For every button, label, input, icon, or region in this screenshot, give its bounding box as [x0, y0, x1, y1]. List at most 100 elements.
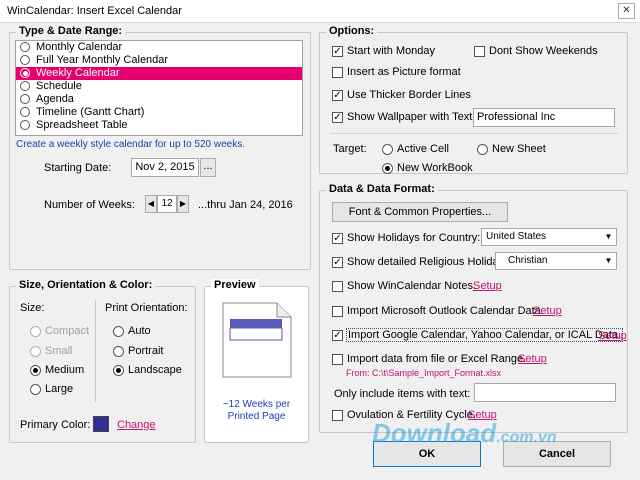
preview-page-icon [222, 302, 292, 378]
outlook-label: Import Microsoft Outlook Calendar Data. [347, 305, 544, 318]
excel-label: Import data from file or Excel Range. [347, 353, 527, 366]
insert-picture-checkbox[interactable]: Insert as Picture format [332, 66, 461, 78]
orientation-portrait-radio[interactable]: Portrait [113, 345, 163, 357]
radio-icon [20, 93, 30, 104]
orientation-auto-label: Auto [128, 325, 151, 338]
radio-selected-icon [382, 162, 393, 174]
checkbox-icon [332, 66, 343, 78]
checkbox-icon [332, 409, 343, 421]
dropdown-arrow-icon: ▼ [604, 232, 613, 241]
list-item-agenda[interactable]: Agenda [16, 93, 302, 106]
list-item-label: Agenda [36, 93, 74, 105]
preview-caption-text: ~12 Weeks per Printed Page [222, 399, 291, 422]
size-compact-radio[interactable]: Compact [30, 325, 89, 337]
wallpaper-text-field[interactable]: Professional Inc [473, 108, 615, 127]
size-compact-label: Compact [45, 325, 90, 338]
size-small-label: Small [45, 345, 73, 358]
group-legend: Preview [211, 279, 259, 291]
target-new-workbook-radio[interactable]: New WorkBook [382, 162, 473, 174]
list-item-weekly[interactable]: Weekly Calendar [16, 67, 302, 80]
radio-icon [382, 143, 393, 155]
radio-icon [30, 345, 41, 357]
notes-checkbox[interactable]: Show WinCalendar Notes. [332, 280, 476, 292]
outlook-checkbox[interactable]: Import Microsoft Outlook Calendar Data. [332, 305, 544, 317]
weeks-field[interactable]: 12 [157, 195, 177, 213]
date-picker-button[interactable]: ... [200, 158, 216, 177]
only-items-field[interactable] [474, 383, 616, 402]
weeks-increase-button[interactable]: ▶ [177, 195, 189, 213]
holidays-checkbox[interactable]: ✓ Show Holidays for Country: [332, 232, 480, 244]
options-separator [330, 133, 618, 134]
radio-selected-icon [113, 364, 124, 376]
group-legend: Options: [326, 25, 378, 37]
dont-show-weekends-checkbox[interactable]: Dont Show Weekends [474, 45, 598, 57]
thicker-borders-label: Use Thicker Border Lines [347, 89, 471, 102]
insert-picture-label: Insert as Picture format [347, 66, 461, 79]
excel-checkbox[interactable]: Import data from file or Excel Range. [332, 353, 526, 365]
close-button[interactable]: ✕ [618, 3, 635, 19]
close-icon: ✕ [622, 5, 631, 16]
size-medium-label: Medium [45, 364, 85, 377]
only-items-label: Only include items with text: [334, 388, 471, 400]
checkbox-checked-icon: ✓ [332, 329, 343, 341]
excel-setup-link[interactable]: Setup [518, 353, 547, 365]
checkbox-icon [474, 45, 485, 57]
preview-caption: ~12 Weeks per Printed Page [208, 399, 305, 423]
size-medium-radio[interactable]: Medium [30, 364, 84, 376]
list-item-schedule[interactable]: Schedule [16, 80, 302, 93]
orientation-landscape-radio[interactable]: Landscape [113, 364, 182, 376]
checkbox-icon [332, 280, 343, 292]
orientation-landscape-label: Landscape [128, 364, 182, 377]
list-item-label: Schedule [36, 80, 82, 92]
weeks-decrease-button[interactable]: ◀ [145, 195, 157, 213]
group-legend: Type & Date Range: [16, 25, 126, 37]
radio-icon [20, 54, 30, 65]
list-item-timeline[interactable]: Timeline (Gantt Chart) [16, 106, 302, 119]
start-monday-checkbox[interactable]: ✓ Start with Monday [332, 45, 435, 57]
target-new-sheet-label: New Sheet [492, 143, 546, 156]
list-item-label: Monthly Calendar [36, 41, 123, 53]
outlook-setup-link[interactable]: Setup [533, 305, 562, 317]
target-label: Target: [333, 143, 367, 155]
religious-label: Show detailed Religious Holidays: [347, 256, 513, 269]
list-item-spreadsheet[interactable]: Spreadsheet Table [16, 119, 302, 132]
list-item-monthly[interactable]: Monthly Calendar [16, 41, 302, 54]
size-large-radio[interactable]: Large [30, 383, 73, 395]
orientation-portrait-label: Portrait [128, 345, 164, 358]
wallpaper-checkbox[interactable]: ✓ Show Wallpaper with Text: [332, 111, 475, 123]
google-setup-link[interactable]: Setup [598, 330, 627, 342]
religious-checkbox[interactable]: ✓ Show detailed Religious Holidays: [332, 256, 513, 268]
notes-setup-link[interactable]: Setup [473, 280, 502, 292]
dropdown-arrow-icon: ▼ [604, 256, 613, 265]
religion-select[interactable]: Christian ▼ [495, 252, 617, 270]
radio-icon [20, 119, 30, 130]
checkbox-checked-icon: ✓ [332, 256, 343, 268]
checkbox-checked-icon: ✓ [332, 232, 343, 244]
country-select[interactable]: United States ▼ [481, 228, 617, 246]
thicker-borders-checkbox[interactable]: ✓ Use Thicker Border Lines [332, 89, 471, 101]
watermark-main: Download [372, 418, 497, 448]
target-active-cell-radio[interactable]: Active Cell [382, 143, 449, 155]
target-new-sheet-radio[interactable]: New Sheet [477, 143, 546, 155]
orientation-auto-radio[interactable]: Auto [113, 325, 151, 337]
font-properties-button[interactable]: Font & Common Properties... [332, 202, 508, 222]
number-of-weeks-label: Number of Weeks: [44, 199, 135, 211]
orientation-separator [95, 300, 96, 402]
notes-label: Show WinCalendar Notes. [347, 280, 477, 293]
calendar-type-list[interactable]: Monthly Calendar Full Year Monthly Calen… [15, 40, 303, 136]
google-checkbox[interactable]: ✓ Import Google Calendar, Yahoo Calendar,… [332, 328, 624, 343]
radio-icon [20, 106, 30, 117]
radio-icon [113, 325, 124, 337]
list-item-full-year[interactable]: Full Year Monthly Calendar [16, 54, 302, 67]
starting-date-field[interactable]: Nov 2, 2015 [131, 158, 199, 177]
list-item-label: Timeline (Gantt Chart) [36, 106, 145, 118]
title-bar: WinCalendar: Insert Excel Calendar ✕ [0, 0, 640, 23]
size-small-radio[interactable]: Small [30, 345, 73, 357]
group-legend: Size, Orientation & Color: [16, 279, 156, 291]
radio-icon [30, 325, 41, 337]
change-color-link[interactable]: Change [117, 419, 156, 431]
primary-color-swatch[interactable] [93, 416, 109, 432]
start-monday-label: Start with Monday [347, 45, 436, 58]
checkbox-checked-icon: ✓ [332, 45, 343, 57]
primary-color-label: Primary Color: [20, 419, 91, 431]
